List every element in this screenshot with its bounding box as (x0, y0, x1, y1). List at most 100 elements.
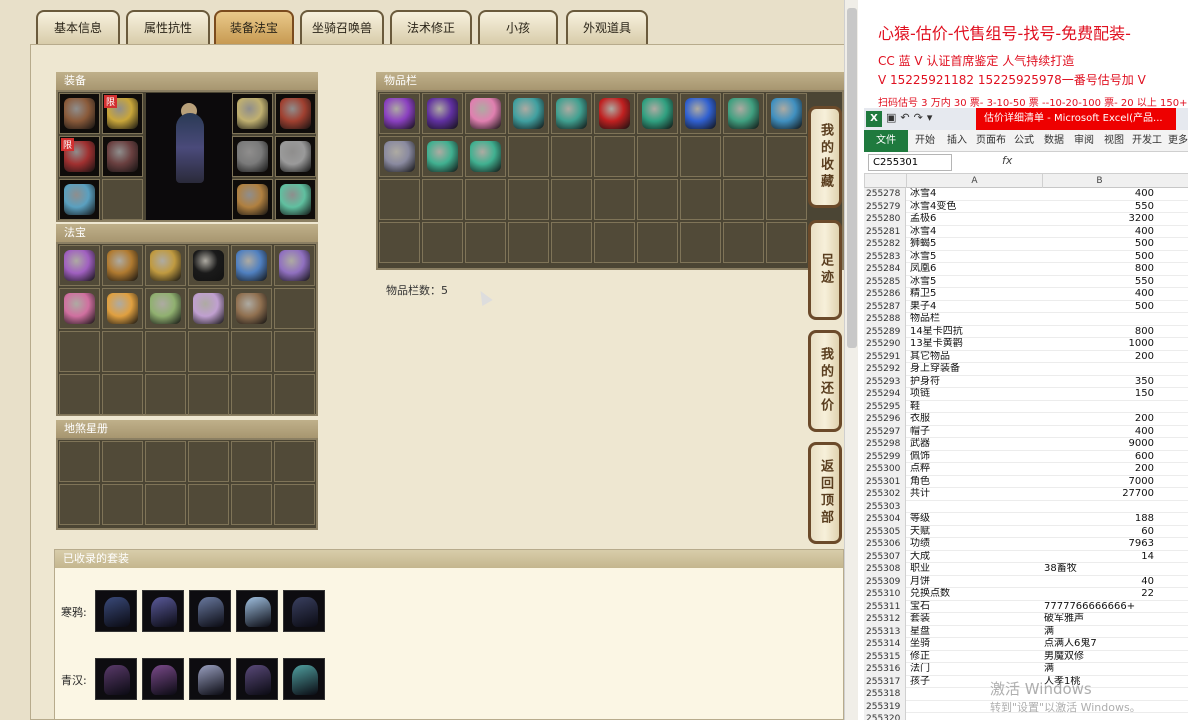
inventory-slot[interactable] (723, 222, 764, 263)
row-number[interactable]: 255310 (864, 588, 906, 601)
cell-a[interactable]: 项链 (910, 388, 1042, 401)
row-number[interactable]: 255295 (864, 400, 906, 413)
inventory-slot[interactable] (766, 179, 807, 220)
cell-b[interactable]: 188 (1044, 513, 1154, 526)
tab-basic-info[interactable]: 基本信息 (36, 10, 120, 44)
set-piece-icon[interactable] (283, 658, 325, 700)
row-number[interactable]: 255280 (864, 213, 906, 226)
ribbon-tab-insert[interactable]: 插入 (942, 130, 972, 152)
row-number[interactable]: 255293 (864, 375, 906, 388)
cell-a[interactable]: 兑换点数 (910, 588, 1042, 601)
inventory-item-icon[interactable] (599, 98, 630, 129)
ribbon-tab-home[interactable]: 开始 (910, 130, 940, 152)
equip-slot[interactable] (232, 136, 273, 177)
set-piece-icon[interactable] (142, 590, 184, 632)
fabao-item-icon[interactable] (150, 250, 181, 281)
fabao-slot[interactable] (188, 245, 229, 286)
table-row[interactable]: 255309 月饼 40 (864, 575, 1188, 589)
redo-icon[interactable]: ↷ (914, 111, 927, 124)
row-number[interactable]: 255300 (864, 463, 906, 476)
table-row[interactable]: 255290 13星卡黄鹳 1000 (864, 338, 1188, 351)
row-number[interactable]: 255290 (864, 338, 906, 351)
cell-b[interactable]: 500 (1044, 251, 1154, 264)
row-number[interactable]: 255296 (864, 413, 906, 426)
cell-b[interactable]: 点满人6鬼7 (1044, 638, 1154, 651)
inventory-slot[interactable] (680, 222, 721, 263)
table-row[interactable]: 255300 点粹 200 (864, 463, 1188, 476)
table-row[interactable]: 255291 其它物品 200 (864, 350, 1188, 363)
equip-slot[interactable]: 限 (59, 136, 100, 177)
table-row[interactable]: 255306 功绩 7963 (864, 538, 1188, 551)
fabao-item-icon[interactable] (193, 293, 224, 324)
ribbon-tab-more[interactable]: 更多 (1166, 130, 1188, 152)
row-number[interactable]: 255283 (864, 250, 906, 263)
table-row[interactable]: 255307 大成 14 (864, 550, 1188, 563)
row-number[interactable]: 255320 (864, 713, 906, 720)
cell-b[interactable]: 400 (1044, 226, 1154, 239)
cell-a[interactable]: 功绩 (910, 538, 1042, 551)
cell-b[interactable]: 22 (1044, 588, 1154, 601)
cell-b[interactable]: 7963 (1044, 538, 1154, 551)
table-row[interactable]: 255310 兑换点数 22 (864, 588, 1188, 601)
fabao-item-icon[interactable] (236, 250, 267, 281)
fabao-slot[interactable] (231, 245, 272, 286)
cell-b[interactable]: 500 (1044, 238, 1154, 251)
table-row[interactable]: 255315 修正 男魔双修 (864, 650, 1188, 664)
cell-b[interactable]: 800 (1044, 263, 1154, 276)
ribbon-tab-file[interactable]: 文件 (864, 130, 908, 152)
star-album-slot[interactable] (231, 484, 272, 525)
row-number[interactable]: 255306 (864, 538, 906, 551)
cell-a[interactable]: 宝石 (910, 601, 1042, 614)
table-row[interactable]: 255282 狮蝎5 500 (864, 238, 1188, 251)
tab-appearance[interactable]: 外观道具 (566, 10, 648, 44)
inventory-slot[interactable] (551, 93, 592, 134)
star-album-slot[interactable] (145, 441, 186, 482)
inventory-slot[interactable] (680, 179, 721, 220)
set-piece-icon[interactable] (236, 658, 278, 700)
cell-b[interactable]: 550 (1044, 201, 1154, 214)
undo-icon[interactable]: ↶ (900, 111, 913, 124)
inventory-item-icon[interactable] (470, 141, 501, 172)
fabao-item-icon[interactable] (279, 250, 310, 281)
cell-b[interactable]: 1000 (1044, 338, 1154, 351)
fabao-item-icon[interactable] (64, 250, 95, 281)
row-number[interactable]: 255299 (864, 450, 906, 463)
inventory-item-icon[interactable] (771, 98, 802, 129)
inventory-slot[interactable] (723, 136, 764, 177)
equip-item-icon[interactable] (64, 98, 95, 129)
inventory-slot[interactable] (637, 222, 678, 263)
cell-b[interactable]: 27700 (1044, 488, 1154, 501)
row-number[interactable]: 255302 (864, 488, 906, 501)
cell-a[interactable]: 月饼 (910, 576, 1042, 589)
fabao-slot[interactable] (102, 245, 143, 286)
table-row[interactable]: 255289 14星卡四抗 800 (864, 325, 1188, 338)
equip-item-icon[interactable] (237, 184, 268, 215)
my-counteroffer-button[interactable]: 我的还价 (808, 330, 842, 432)
row-number[interactable]: 255309 (864, 575, 906, 588)
row-number[interactable]: 255314 (864, 638, 906, 651)
inventory-slot[interactable] (594, 136, 635, 177)
equip-slot[interactable] (232, 179, 273, 220)
fabao-slot[interactable] (188, 288, 229, 329)
inventory-slot[interactable] (422, 222, 463, 263)
table-row[interactable]: 255295 鞋 (864, 400, 1188, 413)
star-album-slot[interactable] (59, 441, 100, 482)
fabao-item-icon[interactable] (107, 293, 138, 324)
cell-a[interactable]: 等级 (910, 513, 1042, 526)
table-row[interactable]: 255316 法门满 (864, 663, 1188, 676)
cell-b[interactable]: 满 (1044, 626, 1154, 639)
row-number[interactable]: 255287 (864, 300, 906, 313)
inventory-slot[interactable] (551, 222, 592, 263)
table-row[interactable]: 255311 宝石 7777766666666+ (864, 600, 1188, 614)
set-piece-icon[interactable] (95, 658, 137, 700)
cell-a[interactable]: 冰雪5 (910, 251, 1042, 264)
customize-dropdown-icon[interactable]: ▾ (927, 111, 937, 124)
equip-item-icon[interactable] (280, 141, 311, 172)
cell-b[interactable]: 7777766666666+ (1044, 601, 1154, 614)
cell-b[interactable]: 60 (1044, 526, 1154, 539)
cell-a[interactable]: 修正 (910, 651, 1042, 664)
fabao-slot[interactable] (274, 374, 315, 415)
inventory-item-icon[interactable] (427, 98, 458, 129)
star-album-slot[interactable] (274, 484, 315, 525)
cell-b[interactable]: 150 (1044, 388, 1154, 401)
